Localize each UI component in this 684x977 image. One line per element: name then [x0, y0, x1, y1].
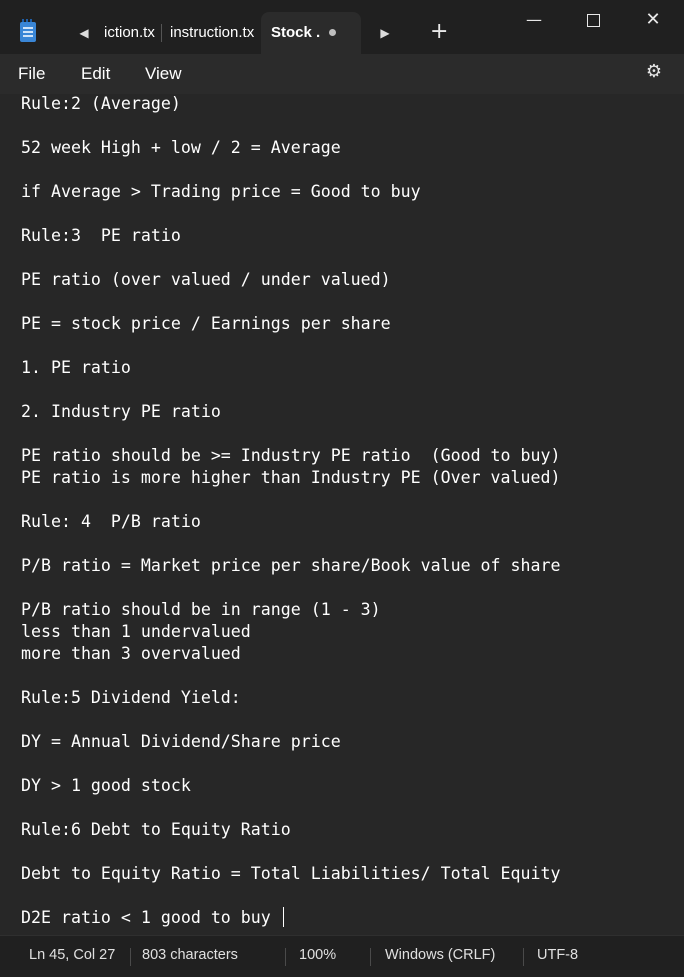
text-line: Rule:2 (Average): [21, 94, 181, 113]
text-line: less than 1 undervalued: [21, 622, 251, 641]
text-line: Rule: 4 P/B ratio: [21, 512, 201, 531]
text-editor[interactable]: Rule:2 (Average) 52 week High + low / 2 =…: [21, 93, 671, 935]
menu-view[interactable]: View: [145, 64, 182, 84]
character-count: 803 characters: [142, 947, 238, 963]
text-line: [21, 709, 671, 731]
text-line: if Average > Trading price = Good to buy: [21, 182, 421, 201]
text-line: [21, 291, 671, 313]
text-line: [21, 577, 671, 599]
text-line: DY = Annual Dividend/Share price: [21, 732, 341, 751]
text-line: 2. Industry PE ratio: [21, 402, 221, 421]
text-line: D2E ratio < 1 good to buy: [21, 907, 671, 929]
status-divider: [370, 948, 371, 966]
text-line: PE ratio (over valued / under valued): [21, 270, 391, 289]
tab-stock[interactable]: Stock .: [261, 12, 361, 54]
line-ending[interactable]: Windows (CRLF): [385, 947, 495, 963]
text-line: [21, 665, 671, 687]
encoding[interactable]: UTF-8: [537, 947, 578, 963]
text-line: [21, 489, 671, 511]
text-line: DY > 1 good stock: [21, 776, 191, 795]
text-line: PE ratio is more higher than Industry PE…: [21, 468, 561, 487]
gear-icon[interactable]: ⚙: [644, 62, 664, 82]
close-icon[interactable]: ✕: [643, 10, 663, 30]
menu-file[interactable]: File: [18, 64, 45, 84]
text-caret: [282, 907, 284, 927]
tab-divider: [161, 24, 162, 42]
text-line: [21, 335, 671, 357]
text-line: 52 week High + low / 2 = Average: [21, 138, 341, 157]
notepad-icon: [20, 19, 36, 42]
text-line: Rule:5 Dividend Yield:: [21, 688, 241, 707]
status-bar: Ln 45, Col 27 803 characters 100% Window…: [0, 935, 684, 977]
menu-edit[interactable]: Edit: [81, 64, 110, 84]
text-line: [21, 533, 671, 555]
cursor-position[interactable]: Ln 45, Col 27: [29, 947, 115, 963]
tab-label: Stock .: [271, 24, 321, 41]
text-line: 1. PE ratio: [21, 358, 131, 377]
menu-bar: File Edit View: [0, 54, 684, 94]
maximize-icon[interactable]: [583, 10, 603, 30]
tab-label: instruction.tx: [170, 24, 255, 41]
title-bar: ◀ iction.tx instruction.tx Stock . ▶ + —…: [0, 0, 684, 54]
text-line: PE = stock price / Earnings per share: [21, 314, 391, 333]
status-divider: [130, 948, 131, 966]
scroll-left-icon[interactable]: ◀: [77, 25, 91, 41]
text-line: [21, 841, 671, 863]
text-line: [21, 379, 671, 401]
tab-instruction[interactable]: instruction.tx: [170, 12, 256, 54]
text-line: [21, 885, 671, 907]
status-divider: [285, 948, 286, 966]
text-line: [21, 753, 671, 775]
text-line: [21, 423, 671, 445]
plus-icon[interactable]: +: [430, 21, 448, 43]
text-line: [21, 797, 671, 819]
tab-iction[interactable]: iction.tx: [104, 12, 156, 54]
text-line: Rule:3 PE ratio: [21, 226, 181, 245]
text-line: PE ratio should be >= Industry PE ratio …: [21, 446, 561, 465]
tab-label: iction.tx: [104, 24, 155, 41]
text-line: [21, 115, 671, 137]
zoom-level[interactable]: 100%: [299, 947, 336, 963]
unsaved-dot-icon[interactable]: [329, 29, 336, 36]
status-divider: [523, 948, 524, 966]
scroll-right-icon[interactable]: ▶: [378, 25, 392, 41]
text-line: [21, 159, 671, 181]
text-line: P/B ratio should be in range (1 - 3): [21, 600, 381, 619]
minimize-icon[interactable]: —: [524, 10, 544, 30]
text-line: Debt to Equity Ratio = Total Liabilities…: [21, 864, 561, 883]
text-line: [21, 203, 671, 225]
text-line: [21, 247, 671, 269]
text-line: more than 3 overvalued: [21, 644, 241, 663]
text-line: P/B ratio = Market price per share/Book …: [21, 556, 561, 575]
text-line: Rule:6 Debt to Equity Ratio: [21, 820, 291, 839]
